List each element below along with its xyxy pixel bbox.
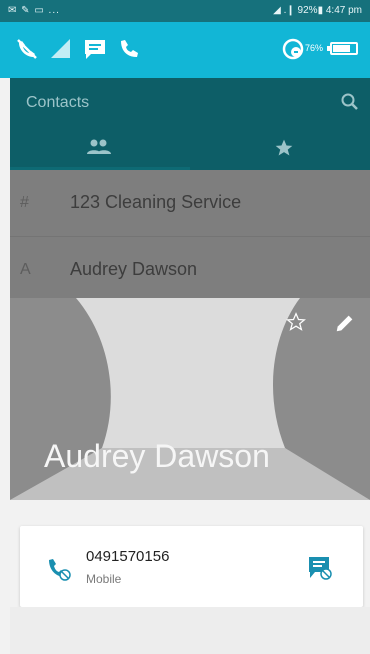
battery-fill bbox=[333, 45, 350, 52]
phone-type: Mobile bbox=[86, 572, 122, 586]
app-title: Contacts bbox=[26, 94, 90, 111]
status-right-info: ◢ .❙ 92%▮ 4:47 pm bbox=[273, 5, 362, 16]
phone-number: 0491570156 bbox=[86, 548, 170, 565]
screen: ✉ ✎ ▭ ... ◢ .❙ 92%▮ 4:47 pm 76% Contacts… bbox=[0, 0, 370, 654]
signal-icon bbox=[51, 39, 70, 58]
edit-pencil-icon[interactable] bbox=[334, 312, 356, 334]
search-icon[interactable] bbox=[340, 92, 360, 112]
sync-icon bbox=[282, 38, 304, 60]
contact-row[interactable]: A Audrey Dawson bbox=[10, 236, 370, 302]
contact-header: Audrey Dawson bbox=[10, 298, 370, 500]
contact-row[interactable]: # 123 Cleaning Service bbox=[10, 170, 370, 236]
battery-icon bbox=[327, 42, 358, 55]
bottom-area bbox=[10, 607, 370, 654]
favorite-star-icon[interactable] bbox=[286, 312, 306, 332]
tab-people-icon[interactable] bbox=[86, 138, 112, 156]
battery-percent: 76% bbox=[305, 43, 324, 53]
contacts-app-bar: Contacts bbox=[10, 78, 370, 170]
contact-name: Audrey Dawson bbox=[70, 259, 198, 279]
message-icon bbox=[85, 40, 105, 59]
tab-star-icon[interactable] bbox=[274, 138, 294, 158]
notification-strip: 76% bbox=[0, 22, 370, 78]
section-letter: # bbox=[20, 194, 29, 211]
battery-nub bbox=[327, 46, 330, 51]
status-left-icons: ✉ ✎ ▭ ... bbox=[8, 5, 60, 16]
contact-name: 123 Cleaning Service bbox=[70, 192, 242, 212]
call-icon[interactable] bbox=[46, 556, 72, 582]
contact-display-name: Audrey Dawson bbox=[44, 438, 270, 474]
muted-phone-icon bbox=[17, 39, 37, 59]
phone-icon bbox=[121, 40, 138, 57]
message-icon[interactable] bbox=[306, 554, 334, 582]
section-letter: A bbox=[20, 261, 31, 278]
phone-detail-card[interactable]: 0491570156 Mobile bbox=[20, 526, 363, 607]
system-status-bar: ✉ ✎ ▭ ... ◢ .❙ 92%▮ 4:47 pm bbox=[0, 0, 370, 22]
